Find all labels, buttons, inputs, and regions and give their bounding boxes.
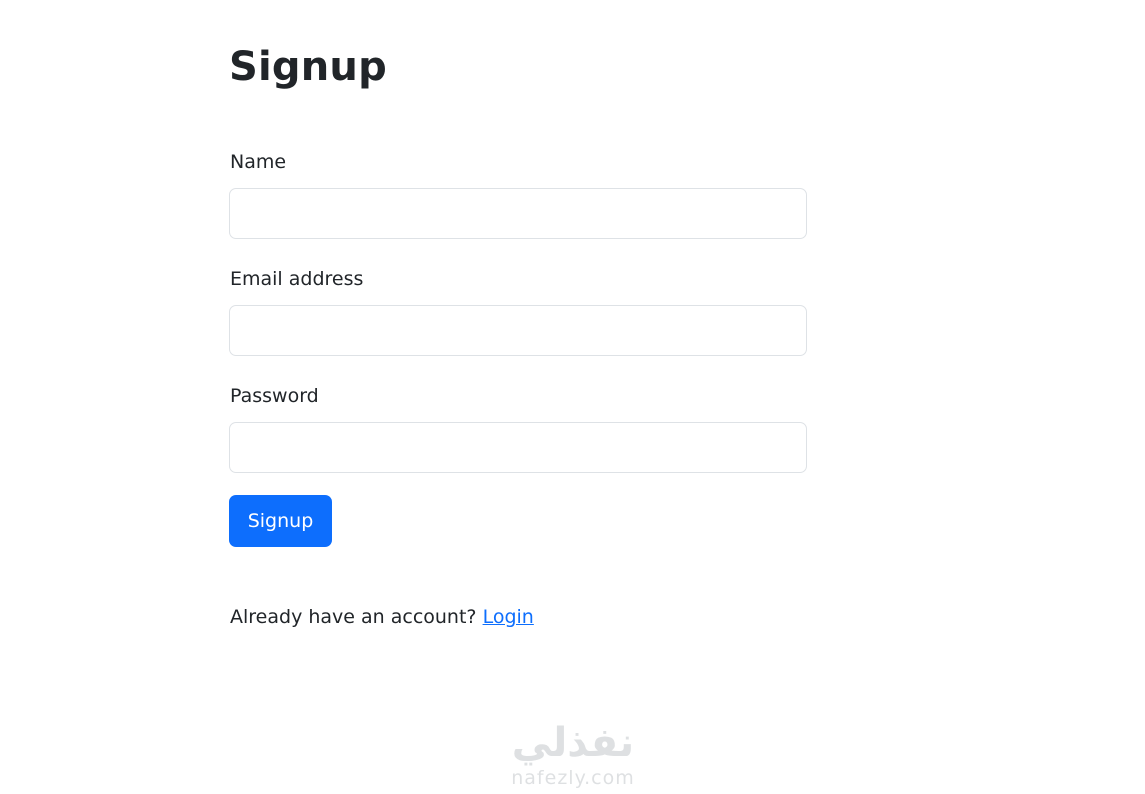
login-prompt: Already have an account? Login [229, 604, 807, 630]
login-prompt-text: Already have an account? [230, 606, 483, 628]
watermark-logo-text: نفذلي [511, 720, 635, 766]
name-label: Name [230, 151, 287, 173]
watermark-url: nafezly.com [511, 767, 635, 789]
name-input[interactable] [229, 188, 807, 239]
email-label: Email address [230, 268, 364, 290]
signup-form: Name Email address Password Signup [229, 149, 807, 547]
page-title: Signup [229, 44, 387, 90]
email-field-group: Email address [229, 266, 807, 356]
email-input[interactable] [229, 305, 807, 356]
name-field-group: Name [229, 149, 807, 239]
password-input[interactable] [229, 422, 807, 473]
signup-button[interactable]: Signup [229, 495, 332, 547]
password-label: Password [230, 385, 319, 407]
password-field-group: Password [229, 383, 807, 473]
signup-page: Signup Name Email address Password Signu… [0, 0, 1145, 794]
watermark-logo: نفذلي nafezly.com [493, 720, 653, 794]
signup-container: Signup Name Email address Password Signu… [229, 38, 807, 630]
login-link[interactable]: Login [483, 606, 534, 628]
